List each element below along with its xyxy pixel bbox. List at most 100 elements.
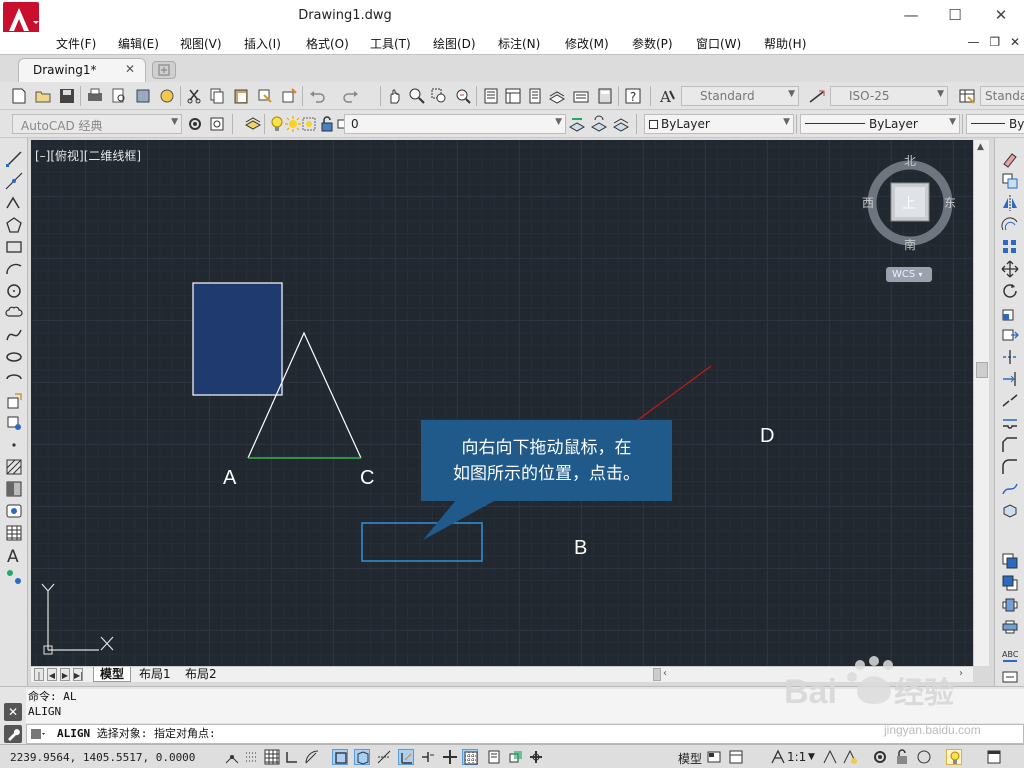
make-block-icon[interactable] <box>5 414 23 432</box>
horizontal-scroll-thumb[interactable] <box>653 668 661 681</box>
layer-previous-icon[interactable] <box>590 115 608 133</box>
insert-block-icon[interactable] <box>5 392 23 410</box>
arc-icon[interactable] <box>5 260 23 278</box>
rotate-icon[interactable] <box>1001 282 1019 300</box>
block-editor-icon[interactable] <box>280 87 298 105</box>
minimize-button[interactable]: — <box>896 4 926 26</box>
rectangle-icon[interactable] <box>5 238 23 256</box>
save-icon[interactable] <box>58 87 76 105</box>
bring-annotations-front-icon[interactable] <box>1001 668 1019 686</box>
offset-icon[interactable] <box>1001 216 1019 234</box>
break-at-point-icon[interactable] <box>1001 392 1019 410</box>
menu-insert[interactable]: 插入(I) <box>244 35 281 52</box>
grid-display-icon[interactable] <box>264 749 280 765</box>
menu-window[interactable]: 窗口(W) <box>696 35 741 52</box>
selection-cycling-icon[interactable] <box>508 749 524 765</box>
tab-model[interactable]: 模型 <box>93 667 132 682</box>
annotation-scale-icon[interactable] <box>770 749 786 765</box>
workspace-select[interactable]: AutoCAD 经典 ▼ <box>12 114 182 134</box>
cut-icon[interactable] <box>186 87 204 105</box>
snap-mode-icon[interactable] <box>244 749 260 765</box>
doc-close-button[interactable]: ✕ <box>1010 35 1020 49</box>
tab-layout2[interactable]: 布局2 <box>179 667 223 682</box>
annotation-monitor-icon[interactable] <box>528 749 544 765</box>
multiline-text-icon[interactable]: A <box>5 546 23 564</box>
drawing-canvas[interactable]: [–][俯视][二维线框] A C D B 向右向下拖动鼠标，在 如图所示的位置… <box>31 140 973 666</box>
redo-icon[interactable] <box>342 87 360 105</box>
annotation-scale-value[interactable]: 1:1 <box>787 750 806 764</box>
ortho-mode-icon[interactable] <box>284 749 300 765</box>
hardware-acceleration-icon[interactable] <box>916 749 932 765</box>
region-icon[interactable] <box>5 502 23 520</box>
quick-properties-icon[interactable] <box>486 749 502 765</box>
dynamic-ucs-icon[interactable] <box>398 749 414 765</box>
tool-palettes-icon[interactable] <box>526 87 544 105</box>
hatch-icon[interactable] <box>5 458 23 476</box>
trim-icon[interactable] <box>1001 348 1019 366</box>
line-icon[interactable] <box>5 150 23 168</box>
spline-icon[interactable] <box>5 326 23 344</box>
ellipse-arc-icon[interactable] <box>5 370 23 388</box>
undo-icon[interactable] <box>308 87 326 105</box>
3d-object-snap-icon[interactable] <box>354 749 370 765</box>
menu-help[interactable]: 帮助(H) <box>764 35 806 52</box>
command-line-close-button[interactable]: ✕ <box>4 703 22 721</box>
next-layout-arrow-icon[interactable]: ▶ <box>60 668 70 681</box>
point-icon[interactable] <box>5 436 23 454</box>
menu-tools[interactable]: 工具(T) <box>370 35 411 52</box>
lineweight-select[interactable]: By <box>966 114 1024 134</box>
quickcalc-icon[interactable] <box>596 87 614 105</box>
object-snap-tracking-icon[interactable] <box>376 749 392 765</box>
design-center-icon[interactable] <box>504 87 522 105</box>
workspace-settings-icon[interactable] <box>186 115 204 133</box>
3d-print-icon[interactable] <box>158 87 176 105</box>
zoom-window-icon[interactable] <box>430 87 448 105</box>
plot-icon[interactable] <box>86 87 104 105</box>
layer-state-icon[interactable] <box>612 115 630 133</box>
menu-edit[interactable]: 编辑(E) <box>118 35 159 52</box>
draw-order-under-icon[interactable] <box>1001 618 1019 636</box>
scale-icon[interactable] <box>1001 304 1019 322</box>
array-icon[interactable] <box>1001 238 1019 256</box>
match-properties-icon[interactable] <box>256 87 274 105</box>
workspace-switching-icon[interactable] <box>872 749 888 765</box>
vertical-scrollbar[interactable]: ▲ <box>973 140 989 666</box>
zoom-previous-icon[interactable] <box>454 87 472 105</box>
chamfer-icon[interactable] <box>1001 436 1019 454</box>
text-above-objects-icon[interactable]: ABC <box>1001 648 1019 666</box>
scroll-up-arrow-icon[interactable]: ▲ <box>977 142 984 152</box>
maximize-button[interactable]: ☐ <box>940 4 970 26</box>
viewcube-north-label[interactable]: 北 <box>904 152 916 169</box>
viewcube-south-label[interactable]: 南 <box>904 236 916 253</box>
revision-cloud-icon[interactable] <box>5 304 23 322</box>
table-style-icon[interactable] <box>958 87 976 105</box>
menu-dimension[interactable]: 标注(N) <box>498 35 540 52</box>
clean-screen-icon[interactable] <box>986 749 1002 765</box>
command-input[interactable]: ALIGN 选择对象: 指定对角点: <box>26 724 1024 744</box>
plot-preview-icon[interactable] <box>110 87 128 105</box>
first-layout-arrow-icon[interactable]: |◀ <box>34 668 44 693</box>
infer-constraints-icon[interactable] <box>224 749 240 765</box>
viewcube-west-label[interactable]: 西 <box>862 194 874 211</box>
transparency-icon[interactable] <box>462 749 478 765</box>
new-drawing-tab-button[interactable] <box>152 61 176 79</box>
menu-view[interactable]: 视图(V) <box>180 35 222 52</box>
close-button[interactable]: ✕ <box>986 4 1016 26</box>
dimension-style-select[interactable]: ISO-25 ▼ <box>830 86 948 106</box>
circle-icon[interactable] <box>5 282 23 300</box>
pan-icon[interactable] <box>386 87 404 105</box>
model-space-toggle[interactable]: 模型 <box>678 750 702 767</box>
properties-icon[interactable] <box>482 87 500 105</box>
publish-icon[interactable] <box>134 87 152 105</box>
menu-parametric[interactable]: 参数(P) <box>632 35 673 52</box>
blue-rectangle[interactable] <box>192 282 283 396</box>
add-selected-icon[interactable] <box>5 568 23 586</box>
viewcube-east-label[interactable]: 东 <box>944 194 956 211</box>
table-icon[interactable] <box>5 524 23 542</box>
menu-format[interactable]: 格式(O) <box>306 35 349 52</box>
menu-file[interactable]: 文件(F) <box>56 35 96 52</box>
move-icon[interactable] <box>1001 260 1019 278</box>
vertical-scroll-thumb[interactable] <box>976 362 988 378</box>
draw-order-above-icon[interactable] <box>1001 596 1019 614</box>
command-line-customize-icon[interactable] <box>4 725 22 743</box>
